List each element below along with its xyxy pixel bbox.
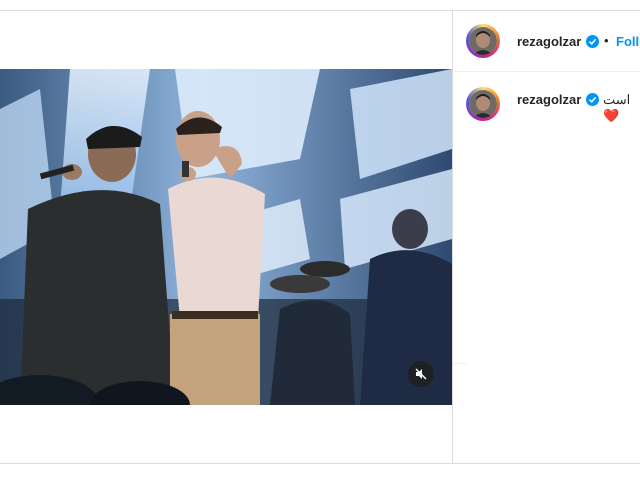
- avatar[interactable]: [466, 24, 500, 58]
- mute-toggle-button[interactable]: [408, 361, 434, 387]
- verified-badge-icon: [586, 35, 599, 48]
- profile-photo: [469, 27, 497, 55]
- caption-text: است❤️: [603, 92, 631, 123]
- caption-username[interactable]: rezagolzar: [517, 92, 581, 107]
- verified-badge-icon: [586, 93, 599, 106]
- post-sidebar: rezagolzar • Foll rezagolzar است❤️: [453, 11, 640, 463]
- speaker-muted-icon: [415, 368, 427, 380]
- concert-video-frame: [0, 69, 452, 405]
- divider: [453, 363, 467, 364]
- separator-dot: •: [604, 33, 609, 48]
- caption-avatar[interactable]: [466, 87, 500, 121]
- header-username[interactable]: rezagolzar: [517, 34, 581, 49]
- video-player[interactable]: [0, 69, 452, 405]
- instagram-post: rezagolzar • Foll rezagolzar است❤️: [0, 10, 640, 464]
- post-header: rezagolzar • Foll: [453, 11, 640, 72]
- media-column: [0, 11, 453, 463]
- follow-button[interactable]: Foll: [616, 34, 639, 49]
- profile-photo: [469, 90, 497, 118]
